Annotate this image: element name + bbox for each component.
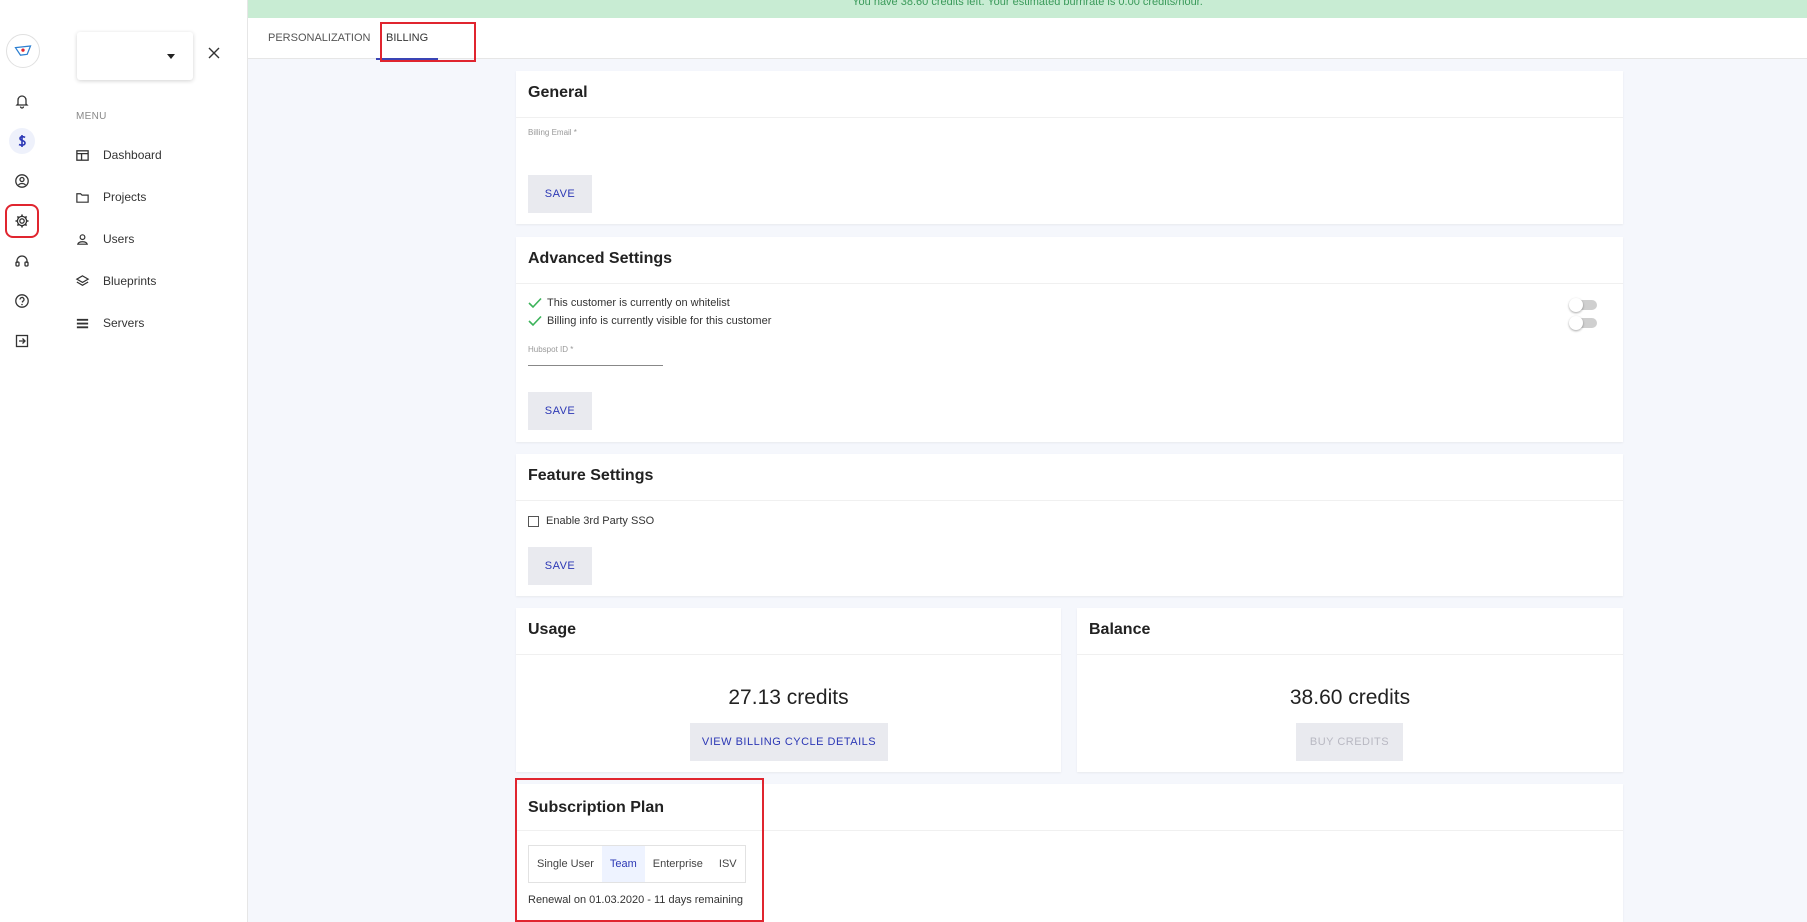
view-billing-cycle-button[interactable]: VIEW BILLING CYCLE DETAILS [690, 723, 888, 761]
sso-label: Enable 3rd Party SSO [546, 515, 655, 527]
divider [516, 117, 1623, 118]
plan-option-single-user[interactable]: Single User [529, 846, 602, 882]
menu-heading: MENU [76, 111, 107, 122]
support-button[interactable] [9, 248, 35, 274]
billing-visible-status: Billing info is currently visible for th… [528, 315, 771, 327]
balance-title: Balance [1089, 621, 1151, 638]
organization-selector[interactable] [77, 32, 193, 80]
hubspot-id-label: Hubspot ID * [528, 345, 574, 354]
plan-selector: Single User Team Enterprise ISV [528, 845, 746, 883]
account-button[interactable] [9, 168, 35, 194]
plan-option-enterprise[interactable]: Enterprise [645, 846, 711, 882]
whitelist-status: This customer is currently on whitelist [528, 297, 730, 309]
settings-button[interactable] [5, 204, 39, 238]
tab-bar: PERSONALIZATION BILLING [248, 18, 1807, 60]
balance-card: Balance 38.60 credits BUY CREDITS [1077, 608, 1623, 772]
divider [516, 654, 1061, 655]
feature-title: Feature Settings [528, 467, 654, 484]
help-icon [15, 294, 29, 308]
usage-card: Usage 27.13 credits VIEW BILLING CYCLE D… [516, 608, 1061, 772]
subscription-title: Subscription Plan [528, 799, 665, 816]
gear-icon [15, 214, 29, 228]
tab-billing-label: BILLING [386, 32, 429, 44]
advanced-save-button[interactable]: SAVE [528, 392, 592, 430]
credits-banner: You have 38.60 credits left. Your estima… [248, 0, 1807, 18]
close-icon[interactable] [207, 46, 221, 60]
folder-icon [76, 192, 89, 203]
whitelist-text: This customer is currently on whitelist [547, 297, 730, 309]
menu-panel: MENU Dashboard Projects Users Blueprints… [57, 0, 248, 922]
plan-option-isv[interactable]: ISV [711, 846, 745, 882]
feature-save-button[interactable]: SAVE [528, 547, 592, 585]
bell-icon [15, 95, 29, 109]
menu-item-label: Servers [103, 316, 145, 330]
usage-title: Usage [528, 621, 577, 638]
menu-item-projects[interactable]: Projects [75, 185, 235, 209]
active-tab-indicator [376, 58, 439, 60]
plan-option-team[interactable]: Team [601, 846, 645, 882]
help-button[interactable] [9, 288, 35, 314]
notifications-button[interactable] [9, 88, 35, 114]
checkmark-icon [528, 297, 542, 309]
advanced-settings-card: Advanced Settings This customer is curre… [516, 237, 1623, 442]
menu-item-users[interactable]: Users [75, 227, 235, 251]
billing-button[interactable] [9, 128, 35, 154]
tab-billing[interactable]: BILLING [366, 18, 448, 60]
billing-visible-toggle[interactable] [1569, 316, 1597, 330]
caret-down-icon [167, 54, 175, 59]
renewal-text: Renewal on 01.03.2020 - 11 days remainin… [528, 894, 744, 906]
dashboard-icon [76, 149, 89, 161]
logout-button[interactable] [9, 328, 35, 354]
whitelist-toggle[interactable] [1569, 298, 1597, 312]
menu-item-dashboard[interactable]: Dashboard [75, 143, 235, 167]
buy-credits-button[interactable]: BUY CREDITS [1296, 723, 1403, 761]
divider [516, 500, 1623, 501]
servers-icon [76, 318, 89, 328]
menu-item-blueprints[interactable]: Blueprints [75, 269, 235, 293]
billing-email-label: Billing Email * [528, 128, 577, 137]
dollar-icon [18, 135, 26, 147]
icon-rail [0, 0, 58, 922]
subscription-card: Subscription Plan Single User Team Enter… [516, 784, 1623, 922]
advanced-title: Advanced Settings [528, 250, 673, 267]
app-logo[interactable] [6, 34, 40, 68]
account-icon [15, 174, 29, 188]
billing-email-input[interactable] [528, 141, 828, 152]
general-save-button[interactable]: SAVE [528, 175, 592, 213]
sso-checkbox[interactable] [528, 516, 539, 527]
general-card: General Billing Email * SAVE [516, 71, 1623, 224]
divider [516, 283, 1623, 284]
feature-settings-card: Feature Settings Enable 3rd Party SSO SA… [516, 454, 1623, 596]
divider [1077, 654, 1623, 655]
headset-icon [15, 255, 29, 267]
logout-icon [15, 334, 29, 348]
general-title: General [528, 84, 588, 101]
logo-icon [14, 45, 32, 56]
balance-value: 38.60 credits [1289, 686, 1411, 709]
menu-item-label: Dashboard [103, 148, 162, 162]
menu-item-label: Users [103, 232, 135, 246]
hubspot-id-input[interactable] [528, 355, 663, 366]
billing-visible-text: Billing info is currently visible for th… [547, 315, 772, 327]
checkmark-icon [528, 315, 542, 327]
divider [516, 830, 1623, 831]
menu-item-label: Blueprints [103, 274, 157, 288]
menu-item-servers[interactable]: Servers [75, 311, 235, 335]
user-icon [77, 233, 88, 245]
usage-value: 27.13 credits [728, 686, 849, 709]
layers-icon [75, 274, 90, 286]
menu-item-label: Projects [103, 190, 147, 204]
